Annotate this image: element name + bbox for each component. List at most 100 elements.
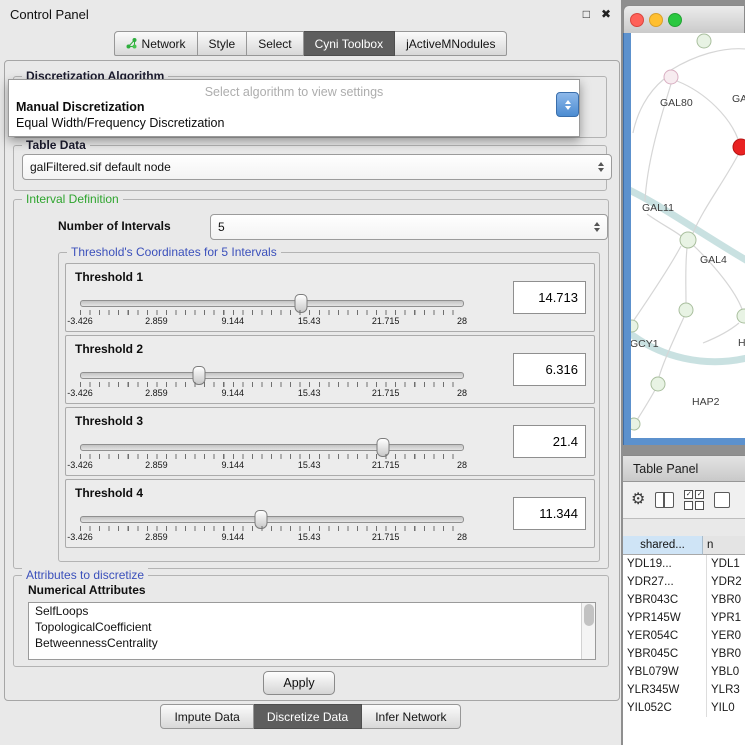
threshold-label: Threshold 4 <box>75 486 143 500</box>
checkbox-grid-icon[interactable]: ✓ ✓ <box>684 490 704 510</box>
control-panel-titlebar: Control Panel □ ✖ <box>0 0 621 28</box>
attributes-list[interactable]: SelfLoops TopologicalCoefficient Between… <box>28 602 596 660</box>
network-canvas[interactable]: GAL80 GA GAL11 GAL4 GCY1 HAP2 H <box>631 33 745 438</box>
network-node-gal80[interactable] <box>664 70 678 84</box>
cell-name[interactable]: YDL1 <box>707 555 745 573</box>
threshold-2-slider[interactable] <box>80 372 464 379</box>
threshold-3-slider[interactable] <box>80 444 464 451</box>
cell-shared-name[interactable]: YIL052C <box>623 699 707 717</box>
table-row[interactable]: YDR27...YDR2 <box>623 573 745 591</box>
list-item[interactable]: TopologicalCoefficient <box>29 619 595 635</box>
network-node-gcy1[interactable] <box>631 320 638 332</box>
control-panel: Control Panel □ ✖ Network Style Select C… <box>0 0 621 745</box>
close-traffic-light[interactable] <box>630 13 644 27</box>
checkbox-icon: ✓ <box>695 490 704 499</box>
cell-name[interactable]: YIL0 <box>707 699 745 717</box>
tab-style[interactable]: Style <box>198 31 248 56</box>
node-label-hap2: HAP2 <box>692 396 720 408</box>
cell-name[interactable]: YBL0 <box>707 663 745 681</box>
cell-name[interactable]: YDR2 <box>707 573 745 591</box>
table-row[interactable]: YBL079WYBL0 <box>623 663 745 681</box>
cell-shared-name[interactable]: YPR145W <box>623 609 707 627</box>
popup-option-equal-width[interactable]: Equal Width/Frequency Discretization <box>9 115 579 131</box>
table-row[interactable]: YLR345WYLR3 <box>623 681 745 699</box>
tab-discretize-data[interactable]: Discretize Data <box>254 704 362 729</box>
number-of-intervals-combobox[interactable]: 5 <box>210 214 608 240</box>
tick-label: 2.859 <box>145 316 168 326</box>
tab-cyni-toolbox[interactable]: Cyni Toolbox <box>304 31 395 56</box>
threshold-label: Threshold 3 <box>75 414 143 428</box>
network-node[interactable] <box>631 418 640 430</box>
tick-labels: -3.426 2.859 9.144 15.43 21.715 28 <box>80 316 462 327</box>
cell-shared-name[interactable]: YDL19... <box>623 555 707 573</box>
tick-label: -3.426 <box>67 532 93 542</box>
vertical-scrollbar[interactable] <box>581 603 595 659</box>
interval-definition-group: Interval Definition Number of Intervals … <box>13 199 609 569</box>
close-icon[interactable]: ✖ <box>601 7 611 21</box>
tick-label: 28 <box>457 316 467 326</box>
cell-shared-name[interactable]: YBL079W <box>623 663 707 681</box>
cell-shared-name[interactable]: YBR045C <box>623 645 707 663</box>
network-node[interactable] <box>737 309 745 323</box>
table-data-group: Table Data galFiltered.sif default node <box>13 145 607 191</box>
table-row[interactable]: YIL052CYIL0 <box>623 699 745 717</box>
numerical-attributes-heading: Numerical Attributes <box>28 583 146 597</box>
attributes-group: Attributes to discretize Numerical Attri… <box>13 575 609 667</box>
network-node-gal4[interactable] <box>680 232 696 248</box>
threshold-4-slider[interactable] <box>80 516 464 523</box>
threshold-1-slider[interactable] <box>80 300 464 307</box>
cell-name[interactable]: YPR1 <box>707 609 745 627</box>
cell-shared-name[interactable]: YBR043C <box>623 591 707 609</box>
columns-icon[interactable] <box>655 492 674 508</box>
list-item[interactable]: BetweennessCentrality <box>29 635 595 651</box>
cyni-toolbox-panel: Discretization Algorithm Table Data galF… <box>4 60 620 701</box>
threshold-3-value-field[interactable]: 21.4 <box>513 425 586 458</box>
algorithm-dropdown-popup: Select algorithm to view settings Manual… <box>8 79 580 137</box>
threshold-4-value-field[interactable]: 11.344 <box>513 497 586 530</box>
scrollbar-thumb[interactable] <box>584 604 594 626</box>
tick-label: -3.426 <box>67 316 93 326</box>
threshold-label: Threshold 1 <box>75 270 143 284</box>
cell-shared-name[interactable]: YLR345W <box>623 681 707 699</box>
tab-select[interactable]: Select <box>247 31 303 56</box>
cell-name[interactable]: YBR0 <box>707 645 745 663</box>
column-header-shared-name[interactable]: shared... <box>623 536 703 555</box>
clipped-toolbar-icon[interactable] <box>714 492 730 508</box>
gear-icon[interactable]: ⚙ <box>631 492 645 508</box>
network-node[interactable] <box>679 303 693 317</box>
table-row[interactable]: YER054CYER0 <box>623 627 745 645</box>
tab-jactivemnodules[interactable]: jActiveMNodules <box>395 31 507 56</box>
table-header-row: shared... n <box>623 536 745 555</box>
tab-infer-network[interactable]: Infer Network <box>362 704 460 729</box>
table-row[interactable]: YBR043CYBR0 <box>623 591 745 609</box>
minimize-traffic-light[interactable] <box>649 13 663 27</box>
cell-shared-name[interactable]: YDR27... <box>623 573 707 591</box>
cell-shared-name[interactable]: YER054C <box>623 627 707 645</box>
algorithm-combo-stepper[interactable] <box>556 92 579 117</box>
table-data-combobox[interactable]: galFiltered.sif default node <box>22 154 612 180</box>
list-item[interactable]: SelfLoops <box>29 603 595 619</box>
threshold-1-value-field[interactable]: 14.713 <box>513 281 586 314</box>
network-window-titlebar[interactable] <box>623 5 745 35</box>
threshold-2-value-field[interactable]: 6.316 <box>513 353 586 386</box>
node-label-gal80: GAL80 <box>660 97 693 109</box>
cell-name[interactable]: YLR3 <box>707 681 745 699</box>
column-header-name[interactable]: n <box>703 536 745 555</box>
cell-name[interactable]: YBR0 <box>707 591 745 609</box>
tab-impute-data[interactable]: Impute Data <box>160 704 253 729</box>
network-node[interactable] <box>697 34 711 48</box>
table-row[interactable]: YPR145WYPR1 <box>623 609 745 627</box>
float-window-icon[interactable]: □ <box>583 7 590 21</box>
combo-value: galFiltered.sif default node <box>30 160 171 174</box>
zoom-traffic-light[interactable] <box>668 13 682 27</box>
apply-button[interactable]: Apply <box>263 671 335 695</box>
node-label-gal11: GAL11 <box>642 202 674 214</box>
selected-red-node[interactable] <box>733 139 745 155</box>
table-row[interactable]: YBR045CYBR0 <box>623 645 745 663</box>
popup-option-manual-discretization[interactable]: Manual Discretization <box>9 99 579 115</box>
network-node-hap2[interactable] <box>651 377 665 391</box>
tab-network[interactable]: Network <box>114 31 198 56</box>
cell-name[interactable]: YER0 <box>707 627 745 645</box>
table-row[interactable]: YDL19...YDL1 <box>623 555 745 573</box>
tick-label: 28 <box>457 532 467 542</box>
